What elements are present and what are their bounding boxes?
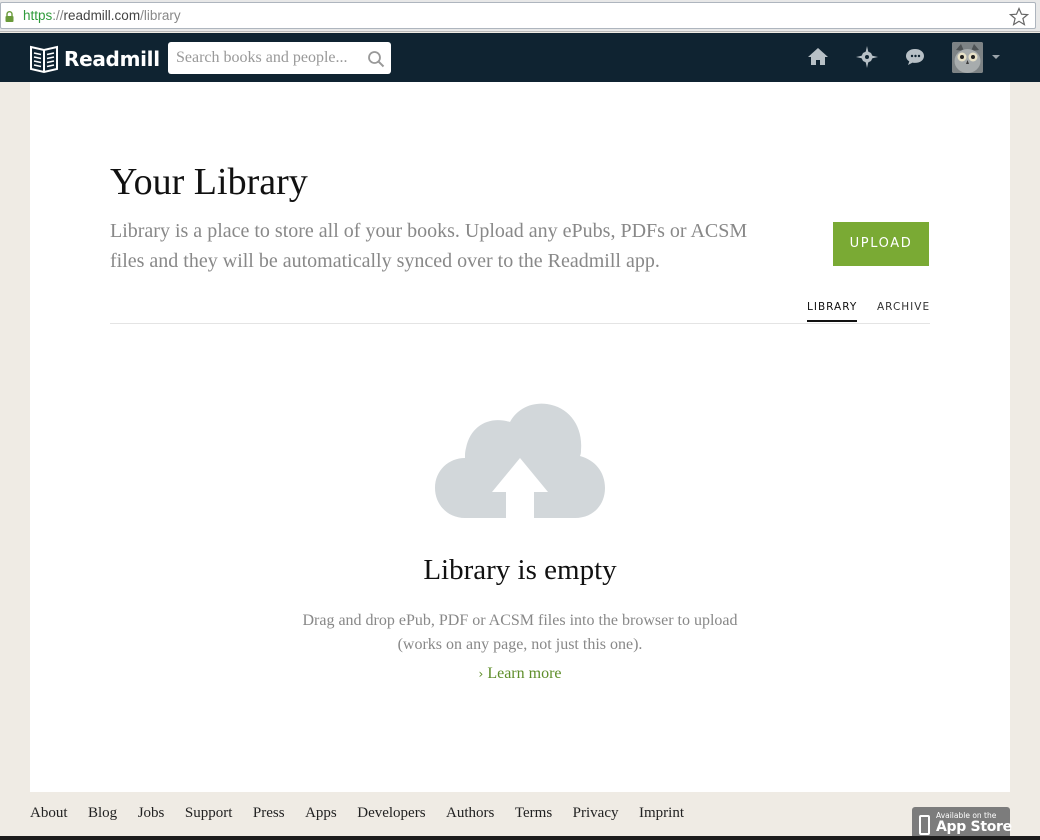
app-store-label: App Store bbox=[936, 819, 1012, 835]
phone-icon bbox=[919, 815, 930, 835]
bookmark-star-icon[interactable] bbox=[1009, 7, 1029, 27]
top-nav: Readmill bbox=[0, 33, 1040, 82]
url-text: https://readmill.com/library bbox=[23, 8, 181, 23]
upload-button[interactable]: UPLOAD bbox=[833, 222, 929, 266]
library-description: Library is a place to store all of your … bbox=[110, 220, 748, 272]
messages-icon[interactable] bbox=[903, 45, 927, 69]
empty-state-title: Library is empty bbox=[423, 554, 617, 586]
explore-compass-icon[interactable] bbox=[855, 45, 879, 69]
lock-icon bbox=[5, 11, 14, 22]
cloud-upload-icon bbox=[435, 403, 605, 520]
url-scheme: https bbox=[23, 8, 53, 23]
footer-link-jobs[interactable]: Jobs bbox=[138, 805, 165, 822]
footer-link-terms[interactable]: Terms bbox=[515, 805, 552, 822]
book-logo-icon bbox=[30, 45, 58, 74]
footer-link-privacy[interactable]: Privacy bbox=[573, 805, 619, 822]
empty-state-description: Drag and drop ePub, PDF or ACSM files in… bbox=[30, 609, 1010, 657]
footer-links: About Blog Jobs Support Press Apps Devel… bbox=[30, 805, 705, 822]
library-panel: Your Library Library is a place to store… bbox=[30, 82, 1010, 792]
browser-address-bar: https://readmill.com/library bbox=[0, 0, 1040, 32]
footer-link-imprint[interactable]: Imprint bbox=[639, 805, 684, 822]
footer-link-authors[interactable]: Authors bbox=[446, 805, 494, 822]
brand-name: Readmill bbox=[64, 47, 160, 71]
owl-avatar-icon bbox=[952, 42, 983, 73]
search-icon[interactable] bbox=[367, 50, 385, 68]
url-separator: :// bbox=[52, 8, 64, 23]
tab-library[interactable]: LIBRARY bbox=[807, 301, 858, 322]
footer-link-apps[interactable]: Apps bbox=[305, 805, 337, 822]
readmill-logo[interactable]: Readmill bbox=[30, 44, 160, 74]
chevron-down-icon[interactable] bbox=[992, 55, 1000, 59]
page-title: Your Library bbox=[110, 161, 308, 203]
search-box bbox=[168, 42, 391, 74]
chevron-right-icon: › bbox=[478, 667, 484, 681]
footer-link-about[interactable]: About bbox=[30, 805, 68, 822]
library-tabs: LIBRARY ARCHIVE bbox=[110, 298, 930, 324]
footer-link-developers[interactable]: Developers bbox=[357, 805, 425, 822]
footer-link-blog[interactable]: Blog bbox=[88, 805, 117, 822]
window-bottom-edge bbox=[0, 836, 1040, 840]
empty-state-line-1: Drag and drop ePub, PDF or ACSM files in… bbox=[302, 612, 738, 629]
learn-more-link[interactable]: › Learn more bbox=[30, 665, 1010, 683]
avatar[interactable] bbox=[952, 42, 983, 73]
empty-state-line-2: (works on any page, not just this one). bbox=[397, 636, 643, 653]
learn-more-label: Learn more bbox=[487, 665, 562, 682]
search-input[interactable] bbox=[168, 42, 358, 74]
home-icon[interactable] bbox=[806, 45, 830, 69]
tab-archive[interactable]: ARCHIVE bbox=[877, 301, 930, 320]
url-host: readmill.com bbox=[63, 8, 141, 23]
footer-link-support[interactable]: Support bbox=[185, 805, 233, 822]
url-field[interactable]: https://readmill.com/library bbox=[0, 2, 1036, 29]
url-path: /library bbox=[140, 8, 181, 23]
footer-link-press[interactable]: Press bbox=[253, 805, 285, 822]
